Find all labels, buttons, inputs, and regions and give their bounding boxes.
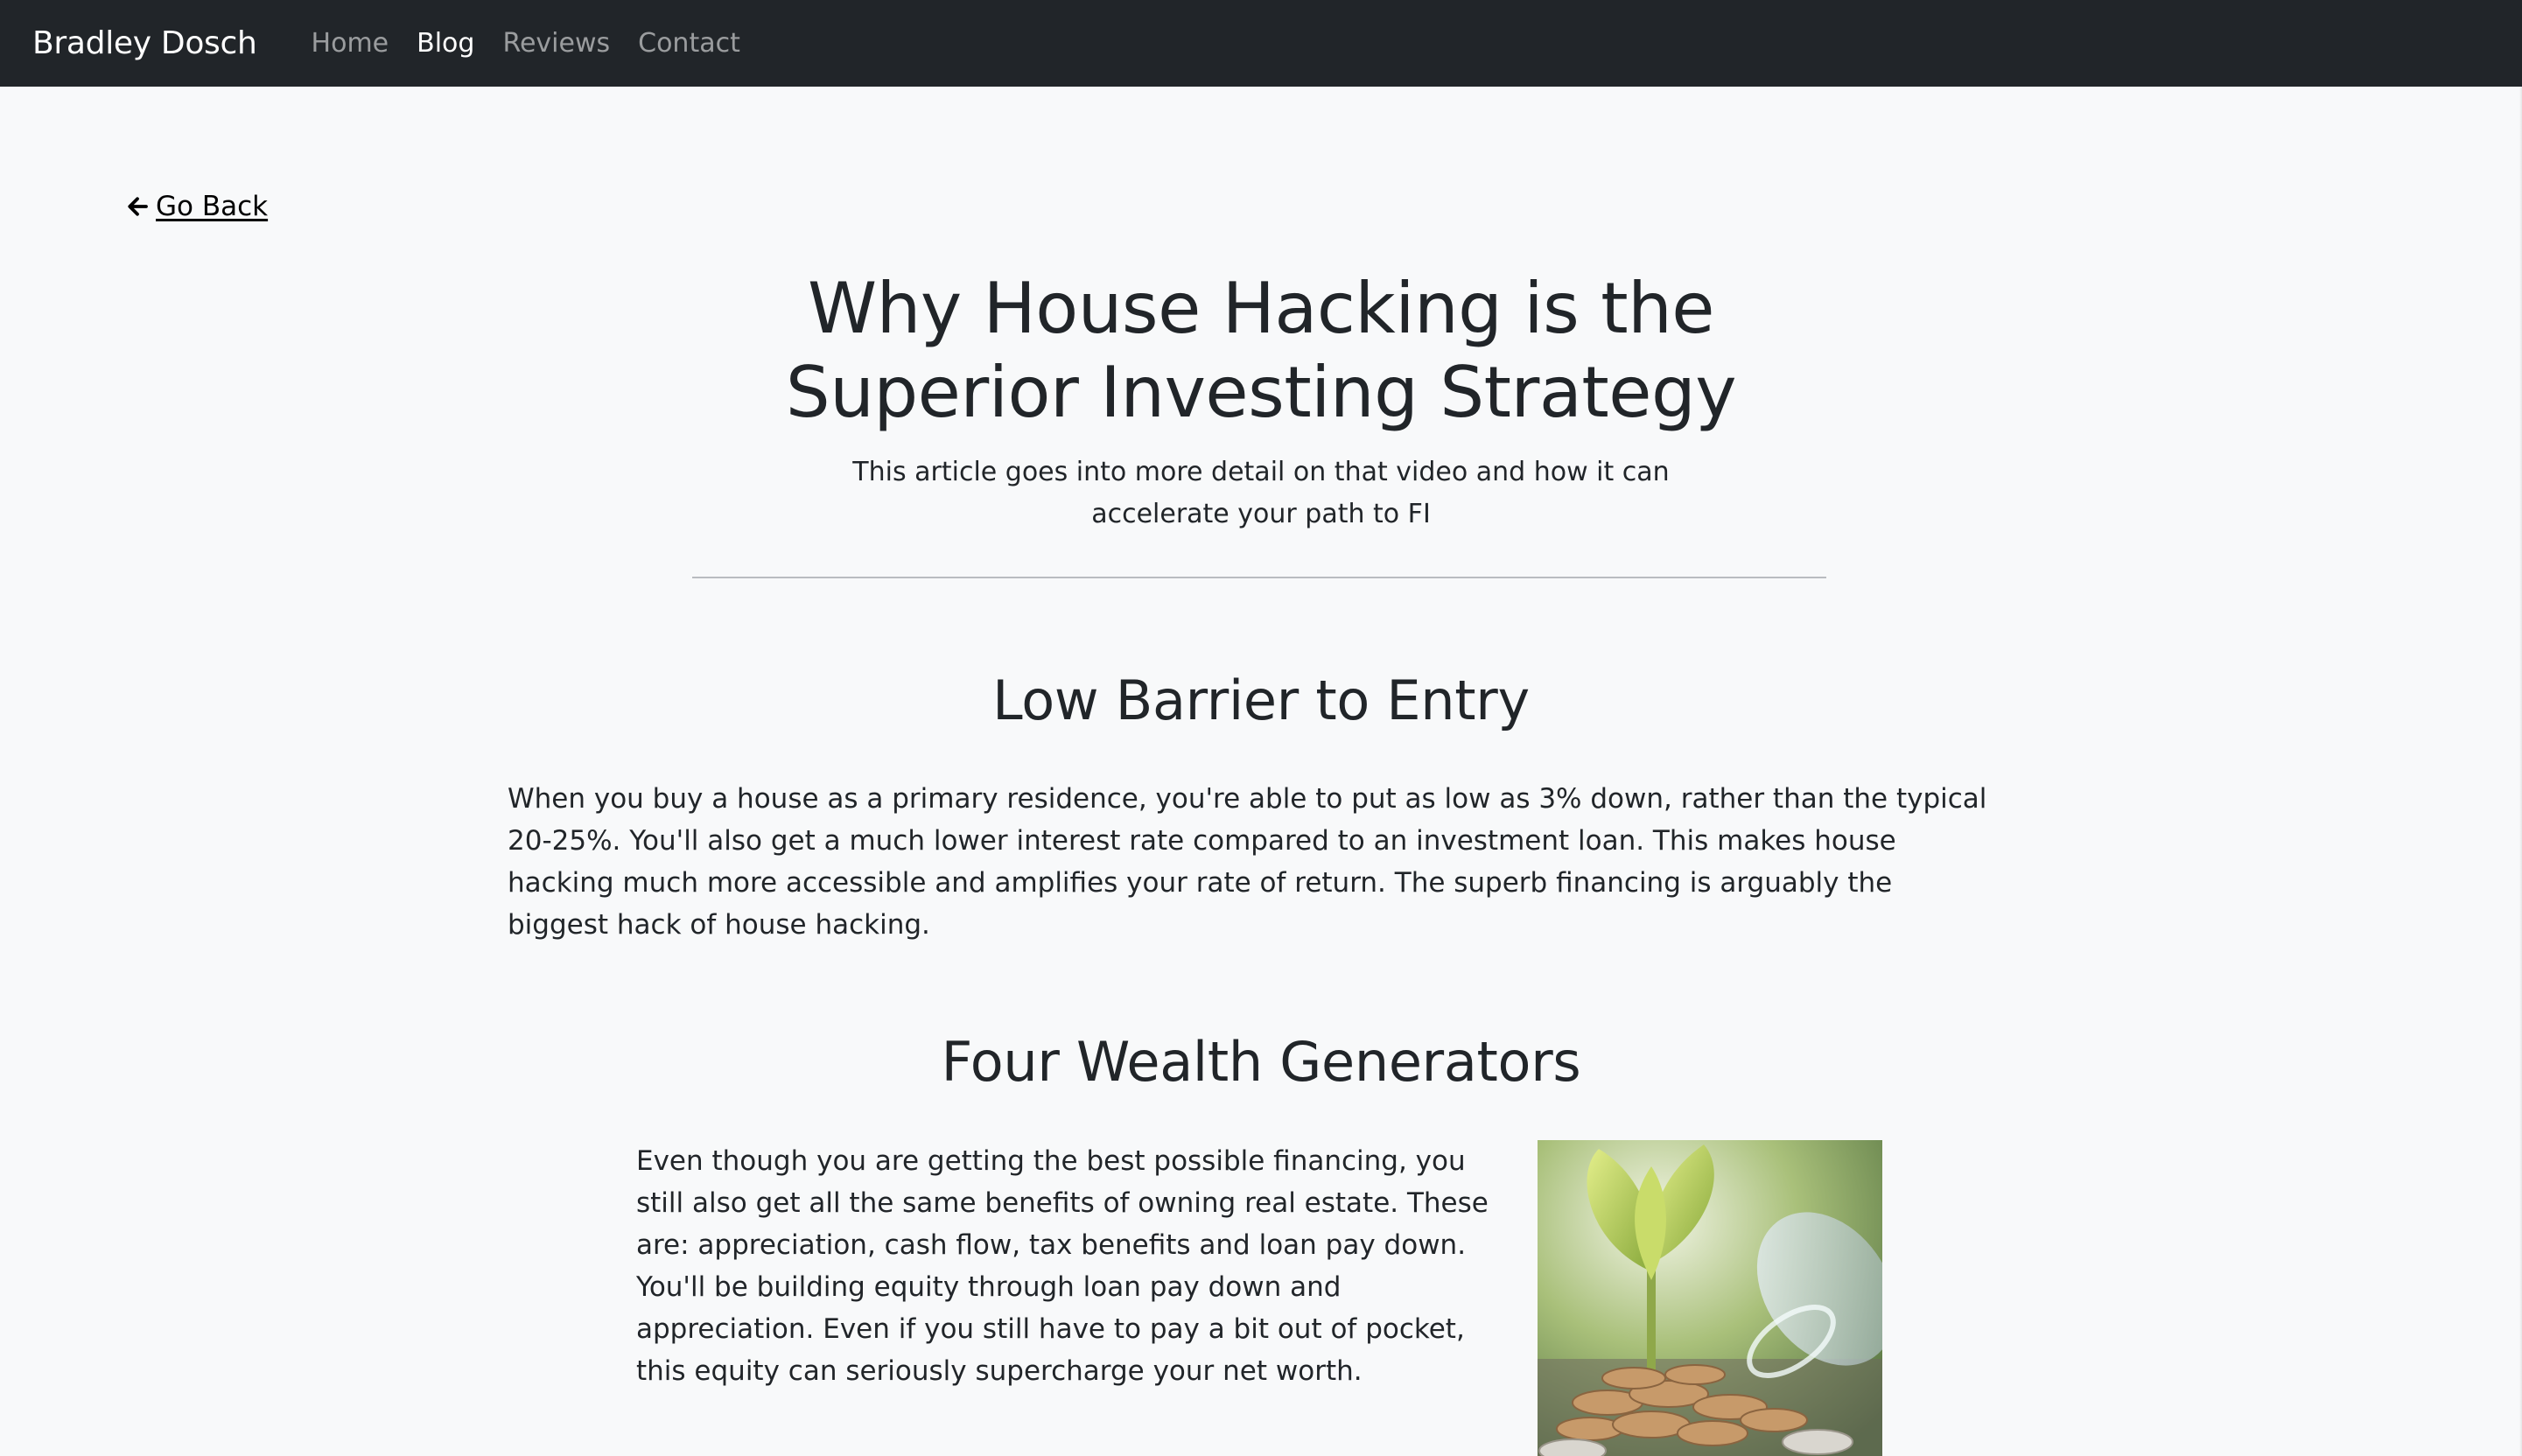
nav-link-home[interactable]: Home xyxy=(312,28,389,59)
navbar: Bradley Dosch Home Blog Reviews Contact xyxy=(0,0,2522,87)
divider xyxy=(692,577,1826,578)
go-back-label: Go Back xyxy=(156,191,269,222)
article-subtitle: This article goes into more detail on th… xyxy=(852,457,1670,529)
arrow-left-icon xyxy=(128,197,148,216)
section-body-low-barrier: When you buy a house as a primary reside… xyxy=(508,783,1987,941)
nav-link-contact[interactable]: Contact xyxy=(638,28,740,59)
section-heading-wealth-generators: Four Wealth Generators xyxy=(941,1030,1581,1094)
go-back-link[interactable]: Go Back xyxy=(124,191,268,222)
section-heading-low-barrier: Low Barrier to Entry xyxy=(992,668,1530,732)
plant-coins-image xyxy=(1538,1140,1882,1456)
section-body-wealth-generators: Even though you are getting the best pos… xyxy=(636,1145,1489,1387)
nav-link-reviews[interactable]: Reviews xyxy=(502,28,610,59)
brand-link[interactable]: Bradley Dosch xyxy=(32,25,257,61)
nav-link-blog[interactable]: Blog xyxy=(417,28,474,59)
nav-links: Home Blog Reviews Contact xyxy=(312,28,768,59)
article-title: Why House Hacking is the Superior Invest… xyxy=(785,268,1737,433)
